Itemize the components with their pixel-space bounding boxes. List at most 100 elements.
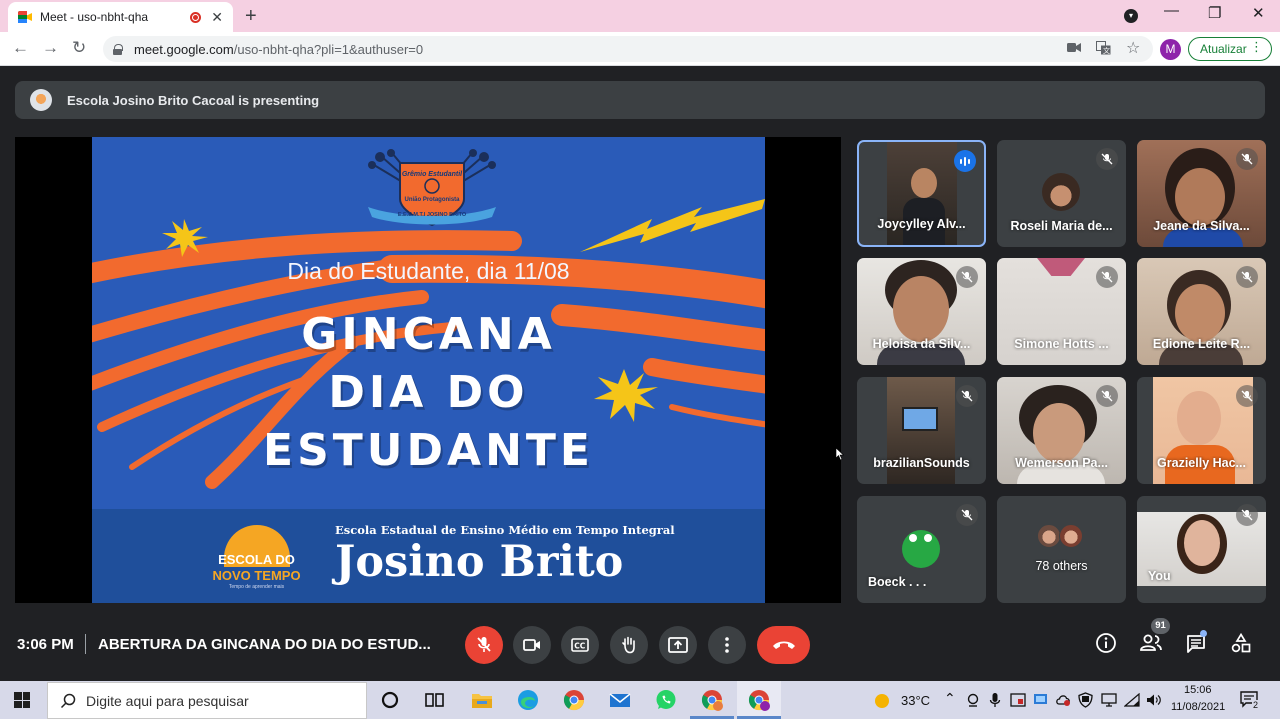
mouse-cursor-icon [836,448,844,461]
hang-up-phone-icon [772,641,795,649]
task-view-icon[interactable] [422,688,446,712]
raise-hand-button[interactable] [610,626,648,664]
defender-shield-icon[interactable] [1078,692,1093,708]
meeting-details-info-icon[interactable] [1095,632,1117,654]
address-bar[interactable]: meet.google.com/uso-nbht-qha?pli=1&authu… [103,36,1153,62]
slide-footer: ESCOLA DO NOVO TEMPO Tempo de aprender m… [92,509,765,603]
frog-avatar-icon [902,530,940,568]
presenting-text: Escola Josino Brito Cacoal is presenting [67,92,320,108]
participant-name: Boeck . . . [868,575,927,589]
camera-in-use-icon[interactable] [1067,42,1081,53]
others-tile[interactable]: 78 others [997,496,1126,603]
taskbar-clock-date[interactable]: 11/08/2021 [1171,701,1225,713]
minimize-button[interactable]: — [1164,2,1179,19]
update-button[interactable]: Atualizar ⋮ [1188,37,1272,61]
participant-tile[interactable]: Edione Leite R... [1137,258,1266,365]
participant-tile[interactable]: Joycylley Alv... [857,140,986,247]
more-vert-icon [725,637,729,653]
cloud-sync-icon[interactable] [1055,693,1071,707]
cortana-icon[interactable] [378,688,402,712]
bookmark-star-icon[interactable]: ☆ [1126,38,1140,58]
mic-off-icon [1096,148,1118,170]
whatsapp-icon[interactable] [654,688,678,712]
close-window-button[interactable]: ✕ [1252,4,1265,22]
laptop-screen [902,407,938,431]
participant-name: Edione Leite R... [1152,337,1251,351]
maximize-button[interactable]: ❐ [1208,4,1221,22]
emblem-text-uniao: União Protagonista [404,197,460,203]
windows-start-icon[interactable] [14,692,30,708]
present-screen-icon [668,637,688,653]
participant-tile[interactable]: Grazielly Hac... [1137,377,1266,484]
security-tray-icon[interactable] [1010,693,1026,707]
other-participant-avatar [1059,524,1083,548]
participant-face [1184,520,1220,566]
mic-off-icon [1236,148,1258,170]
browser-tab-meet[interactable]: Meet - uso-nbht-qha ✕ [8,2,233,32]
participant-tile[interactable]: Simone Hotts ... [997,258,1126,365]
camera-icon [523,639,540,651]
participant-tile[interactable]: brazilianSounds [857,377,986,484]
browser-toolbar: ← → ↻ meet.google.com/uso-nbht-qha?pli=1… [0,32,1280,66]
taskbar-active-app[interactable] [737,681,781,719]
participant-tile[interactable]: Jeane da Silva... [1137,140,1266,247]
chat-icon[interactable] [1186,634,1206,654]
others-count: 78 others [1035,559,1088,573]
self-tile[interactable]: You [1137,496,1266,603]
wifi-icon[interactable] [1124,693,1140,707]
weather-sun-icon[interactable] [873,692,891,710]
taskbar-clock-time[interactable]: 15:06 [1184,684,1212,696]
notifications-count: 2 [1252,700,1260,710]
forward-arrow-icon[interactable]: → [42,38,59,58]
participant-face [893,276,949,342]
leave-call-button[interactable] [757,626,810,664]
participant-tile[interactable]: Roseli Maria de... [997,140,1126,247]
webcam-tray-icon[interactable] [966,693,980,707]
monitor-tray-icon[interactable] [1101,693,1117,707]
profile-avatar[interactable]: M [1160,39,1181,60]
new-tab-button[interactable]: + [245,5,257,28]
people-icon[interactable] [1139,634,1163,652]
svg-text:CC: CC [574,642,586,651]
presentation-stage[interactable]: Grêmio Estudantil União Protagonista E.E… [15,137,841,603]
mic-off-icon [1096,266,1118,288]
tray-chevron-up-icon[interactable]: ⌃ [944,690,956,707]
weather-temperature[interactable]: 33°C [901,693,930,708]
captions-button[interactable]: CC [561,626,599,664]
presenter-avatar [30,89,52,111]
edge-browser-icon[interactable] [516,688,540,712]
slide-subtitle: Dia do Estudante, dia 11/08 [287,258,570,284]
emblem-text-school: E.E.E.M.T.I JOSINO BRITO [397,212,467,218]
microphone-tray-icon[interactable] [989,692,1001,708]
participant-tile[interactable]: Boeck . . . [857,496,986,603]
participant-name: Jeane da Silva... [1153,219,1250,233]
other-participant-avatar [1037,524,1061,548]
volume-icon[interactable] [1146,693,1162,707]
school-name: Josino Brito [335,537,624,587]
mic-toggle-button[interactable] [465,626,503,664]
closed-captions-icon: CC [571,638,589,652]
back-arrow-icon[interactable]: ← [12,38,29,58]
more-options-button[interactable] [708,626,746,664]
participant-name: Roseli Maria de... [1010,219,1113,233]
taskbar-search-box[interactable]: Digite aqui para pesquisar [47,682,367,719]
activities-icon[interactable] [1231,633,1251,653]
chrome-profile-icon[interactable] [700,688,724,712]
chrome-icon[interactable] [562,688,586,712]
lock-icon [113,43,123,55]
tab-search-icon[interactable]: ▾ [1124,9,1138,23]
mail-icon[interactable] [608,688,632,712]
reload-icon[interactable]: ↻ [72,38,86,58]
file-explorer-icon[interactable] [470,688,494,712]
camera-toggle-button[interactable] [513,626,551,664]
participant-tile[interactable]: Wemerson Pa... [997,377,1126,484]
present-screen-button[interactable] [659,626,697,664]
network-status-icon[interactable] [1033,693,1048,707]
tab-close-icon[interactable]: ✕ [211,9,223,26]
raise-hand-icon [622,636,635,654]
participant-tile[interactable]: Heloisa da Silv... [857,258,986,365]
mic-off-icon [1236,385,1258,407]
participants-count-badge: 91 [1151,618,1170,634]
translate-icon[interactable]: 文 [1096,41,1111,55]
participant-name: Heloisa da Silv... [872,337,971,351]
